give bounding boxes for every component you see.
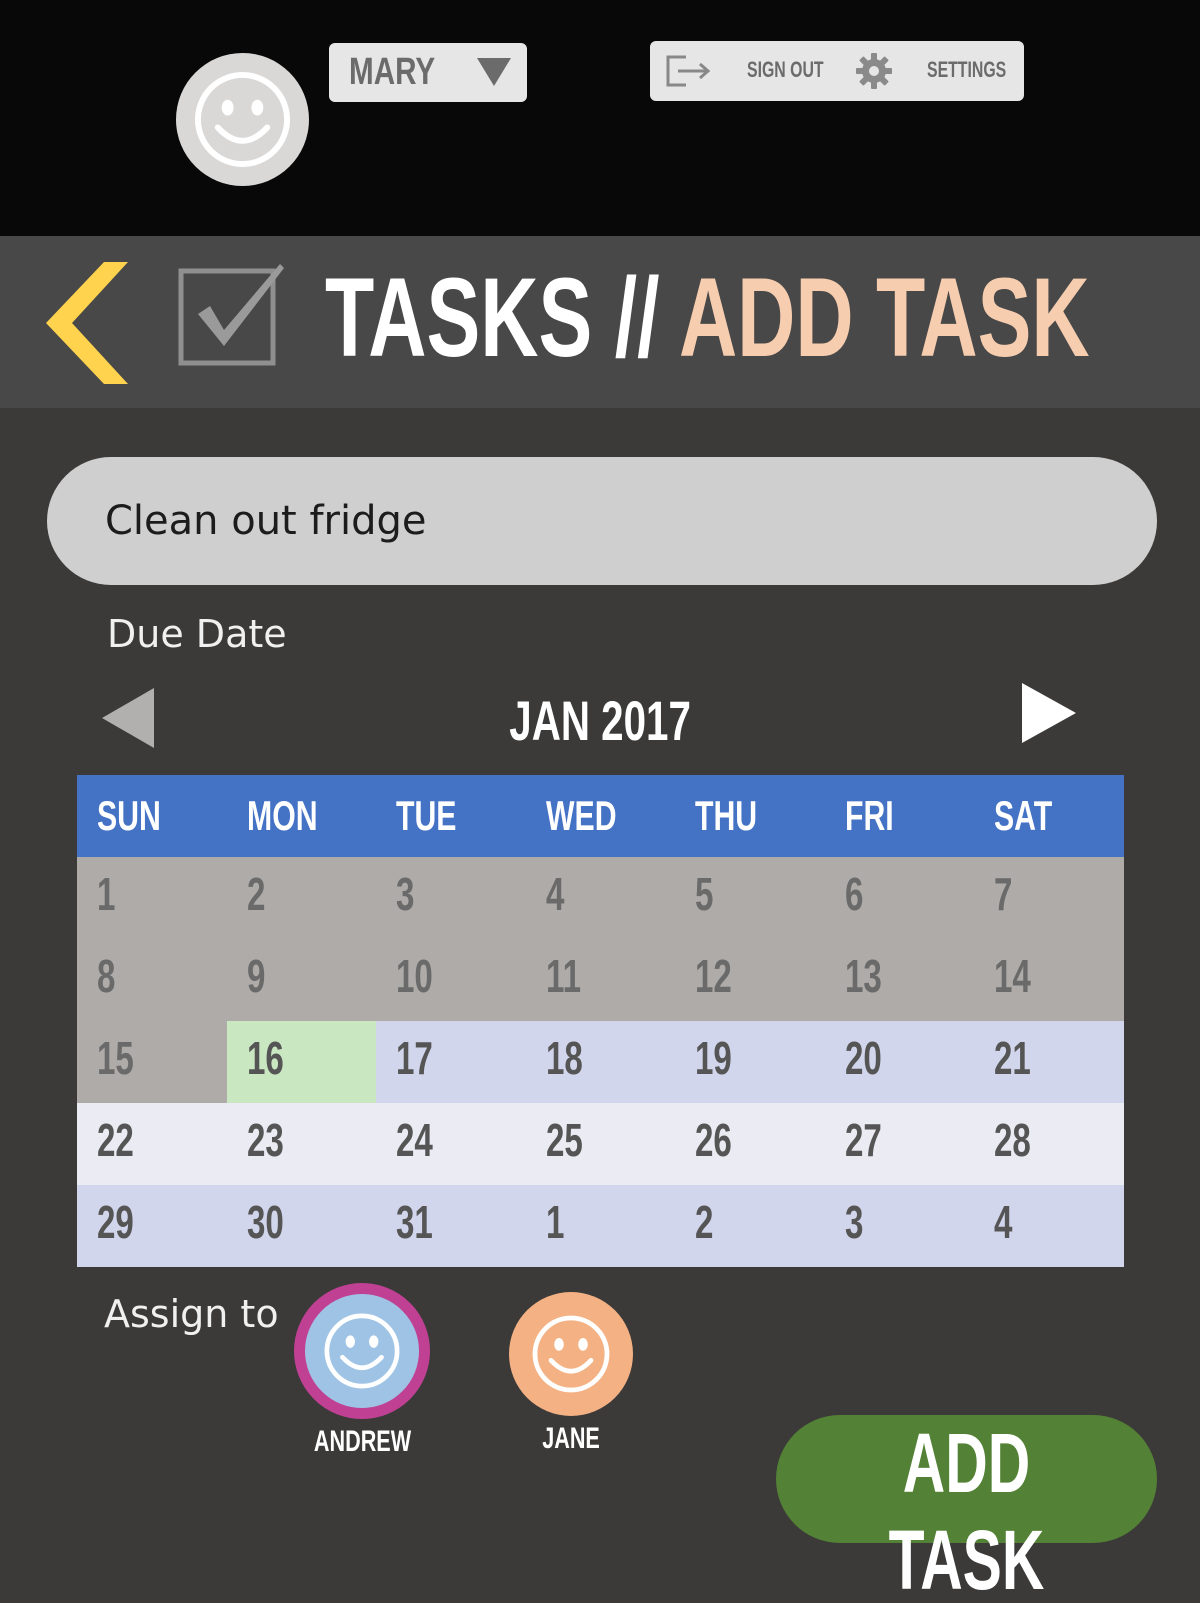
weekday-label: TUE bbox=[396, 792, 457, 839]
calendar-day[interactable]: 15 bbox=[77, 1021, 227, 1103]
calendar-day[interactable]: 25 bbox=[525, 1103, 676, 1185]
calendar-week: 15 16 17 18 19 20 21 bbox=[77, 1021, 1124, 1103]
calendar-day[interactable]: 4 bbox=[974, 1185, 1124, 1267]
checkbox-icon bbox=[178, 264, 284, 366]
due-date-label: Due Date bbox=[107, 612, 287, 656]
calendar-grid: SUN MON TUE WED THU FRI SAT 1 2 3 4 5 6 … bbox=[77, 775, 1124, 1267]
weekday-label: SAT bbox=[994, 792, 1053, 839]
calendar-day[interactable]: 14 bbox=[974, 939, 1124, 1021]
calendar-day[interactable]: 10 bbox=[376, 939, 526, 1021]
title-section: TASKS // bbox=[325, 255, 660, 380]
account-bar: SIGN OUT SETTINGS bbox=[650, 41, 1024, 101]
assignee-andrew[interactable]: ANDREW bbox=[282, 1283, 442, 1459]
user-select-dropdown[interactable]: MARY bbox=[329, 43, 527, 102]
add-task-button[interactable]: ADD TASK bbox=[776, 1415, 1157, 1603]
calendar-week: 29 30 31 1 2 3 4 bbox=[77, 1185, 1124, 1267]
assignee-name: ANDREW bbox=[313, 1425, 411, 1458]
calendar-day[interactable]: 17 bbox=[376, 1021, 526, 1103]
calendar-day[interactable]: 31 bbox=[376, 1185, 526, 1267]
calendar-day[interactable]: 12 bbox=[675, 939, 825, 1021]
gear-icon[interactable] bbox=[856, 53, 892, 89]
calendar-day-selected[interactable]: 16 bbox=[226, 1021, 377, 1103]
calendar-day[interactable]: 18 bbox=[525, 1021, 676, 1103]
weekday-label: SUN bbox=[97, 792, 161, 839]
calendar-day[interactable]: 21 bbox=[974, 1021, 1124, 1103]
calendar-day[interactable]: 24 bbox=[376, 1103, 526, 1185]
calendar-day[interactable]: 30 bbox=[226, 1185, 377, 1267]
calendar-day[interactable]: 29 bbox=[77, 1185, 227, 1267]
sign-out-button[interactable]: SIGN OUT bbox=[747, 57, 824, 83]
calendar-day[interactable]: 3 bbox=[824, 1185, 975, 1267]
caret-down-icon bbox=[477, 58, 511, 86]
task-name-input[interactable] bbox=[47, 457, 1157, 585]
page-header: TASKS // ADD TASK bbox=[0, 236, 1200, 408]
calendar-week: 8 9 10 11 12 13 14 bbox=[77, 939, 1124, 1021]
sign-out-icon[interactable] bbox=[666, 55, 712, 87]
calendar-week: 1 2 3 4 5 6 7 bbox=[77, 857, 1124, 939]
calendar-day[interactable]: 20 bbox=[824, 1021, 975, 1103]
calendar-weekday-header: SUN MON TUE WED THU FRI SAT bbox=[77, 775, 1124, 857]
page-title: TASKS // ADD TASK bbox=[325, 248, 1090, 388]
assignee-avatar bbox=[509, 1292, 633, 1416]
weekday-label: MON bbox=[246, 792, 318, 839]
title-page: ADD TASK bbox=[678, 255, 1090, 380]
calendar-day[interactable]: 27 bbox=[824, 1103, 975, 1185]
calendar-day[interactable]: 4 bbox=[525, 857, 676, 939]
user-name: MARY bbox=[349, 51, 436, 93]
weekday-label: THU bbox=[695, 792, 758, 839]
month-label: JAN 2017 bbox=[509, 689, 691, 752]
calendar-day[interactable]: 1 bbox=[525, 1185, 676, 1267]
calendar-day[interactable]: 9 bbox=[226, 939, 377, 1021]
calendar-day[interactable]: 22 bbox=[77, 1103, 227, 1185]
calendar-day[interactable]: 1 bbox=[77, 857, 227, 939]
calendar-week: 22 23 24 25 26 27 28 bbox=[77, 1103, 1124, 1185]
user-avatar[interactable] bbox=[176, 53, 309, 186]
calendar-day[interactable]: 6 bbox=[824, 857, 975, 939]
calendar-day[interactable]: 5 bbox=[675, 857, 825, 939]
assignee-avatar bbox=[294, 1283, 430, 1419]
calendar-day[interactable]: 13 bbox=[824, 939, 975, 1021]
calendar-day[interactable]: 2 bbox=[675, 1185, 825, 1267]
assign-to-label: Assign to bbox=[104, 1292, 279, 1336]
weekday-label: WED bbox=[545, 792, 617, 839]
assignee-name: JANE bbox=[542, 1422, 600, 1455]
calendar-day[interactable]: 23 bbox=[226, 1103, 377, 1185]
calendar-day[interactable]: 3 bbox=[376, 857, 526, 939]
calendar-day[interactable]: 26 bbox=[675, 1103, 825, 1185]
calendar-day[interactable]: 19 bbox=[675, 1021, 825, 1103]
calendar-day[interactable]: 7 bbox=[974, 857, 1124, 939]
smiley-icon bbox=[194, 71, 291, 168]
calendar-day[interactable]: 11 bbox=[525, 939, 676, 1021]
calendar-day[interactable]: 28 bbox=[974, 1103, 1124, 1185]
smiley-icon bbox=[532, 1315, 610, 1393]
smiley-icon bbox=[324, 1313, 400, 1389]
calendar-day[interactable]: 8 bbox=[77, 939, 227, 1021]
calendar-day[interactable]: 2 bbox=[226, 857, 377, 939]
top-bar: MARY SIGN OUT SETTINGS bbox=[0, 0, 1200, 236]
assignee-jane[interactable]: JANE bbox=[491, 1292, 651, 1456]
next-month-button[interactable] bbox=[1022, 683, 1076, 743]
back-chevron-icon[interactable] bbox=[46, 262, 128, 384]
settings-button[interactable]: SETTINGS bbox=[927, 57, 1006, 83]
weekday-label: FRI bbox=[844, 792, 894, 839]
